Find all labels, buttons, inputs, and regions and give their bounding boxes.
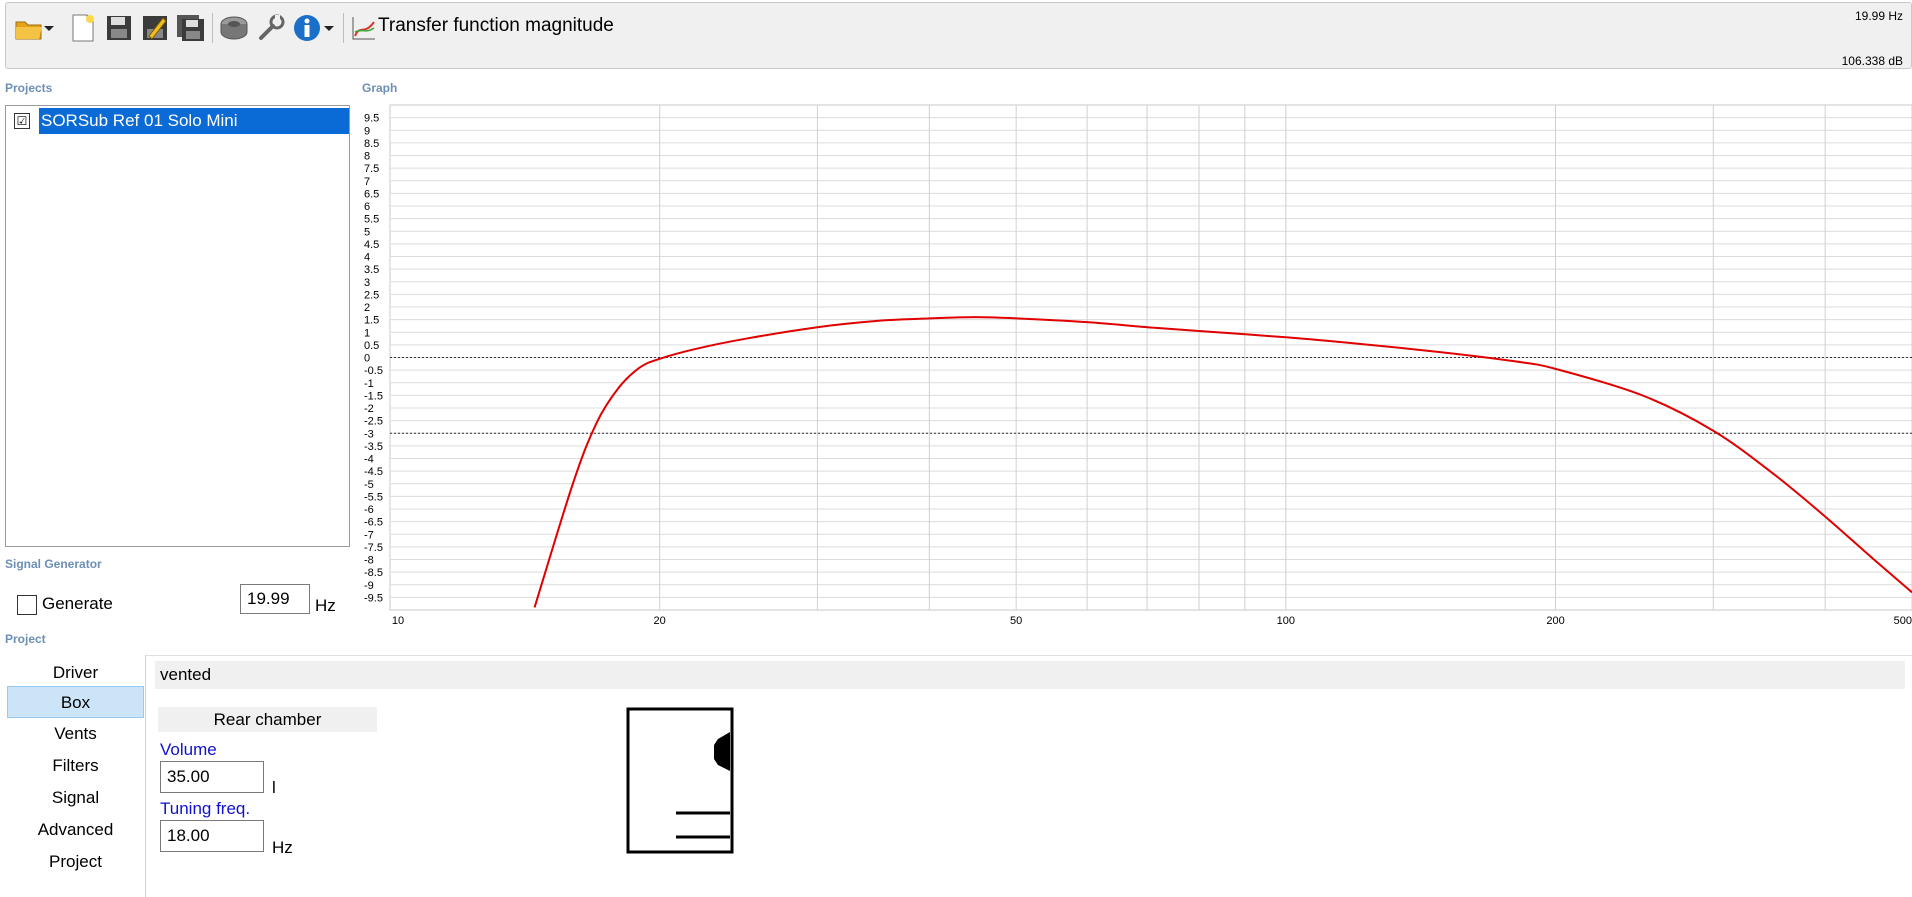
info-dropdown-icon[interactable] <box>322 11 336 45</box>
y-tick-label: 9.5 <box>364 113 379 125</box>
toolbar-separator <box>343 13 344 43</box>
y-tick-label: -4 <box>364 454 374 466</box>
toolbar: Transfer function magnitude 19.99 Hz 106… <box>5 2 1912 69</box>
graph-heading: Graph <box>362 81 398 95</box>
nav-filters[interactable]: Filters <box>7 750 144 782</box>
signal-generator-heading: Signal Generator <box>5 557 102 571</box>
y-tick-label: -5 <box>364 479 374 491</box>
tuning-freq-label: Tuning freq. <box>160 799 251 818</box>
save-as-icon[interactable] <box>138 11 172 45</box>
y-tick-label: -9 <box>364 580 374 592</box>
rear-chamber-header: Rear chamber <box>158 707 377 732</box>
nav-box[interactable]: Box <box>7 686 144 718</box>
y-tick-label: -3 <box>364 428 374 440</box>
y-tick-label: 8 <box>364 151 370 163</box>
y-tick-label: 5 <box>364 226 370 238</box>
y-tick-label: -4.5 <box>364 466 383 478</box>
project-checkbox[interactable]: ☑ <box>14 113 30 129</box>
box-outline <box>626 707 734 854</box>
y-tick-label: -8 <box>364 555 374 567</box>
y-tick-label: 0 <box>364 353 370 365</box>
y-tick-label: 6 <box>364 201 370 213</box>
frequency-readout: 19.99 Hz <box>1854 9 1903 23</box>
x-tick-label: 20 <box>654 615 666 627</box>
toolbar-separator <box>212 13 213 43</box>
project-label[interactable]: SORSub Ref 01 Solo Mini <box>39 108 349 134</box>
x-tick-label: 500 <box>1894 615 1912 627</box>
chart-icon[interactable] <box>347 11 381 45</box>
y-tick-label: -1 <box>364 378 374 390</box>
x-tick-label: 10 <box>392 615 404 627</box>
y-tick-label: 8.5 <box>364 138 379 150</box>
y-tick-label: -9.5 <box>364 592 383 604</box>
nav-advanced[interactable]: Advanced <box>7 814 144 846</box>
y-tick-label: 5.5 <box>364 214 379 226</box>
new-file-icon[interactable] <box>66 11 100 45</box>
generator-unit: Hz <box>315 596 336 615</box>
y-tick-label: 6.5 <box>364 188 379 200</box>
x-tick-label: 200 <box>1546 615 1564 627</box>
project-nav: Driver Box Vents Filters Signal Advanced… <box>5 655 145 897</box>
y-tick-label: 0.5 <box>364 340 379 352</box>
y-tick-label: -7.5 <box>364 542 383 554</box>
y-tick-label: -7 <box>364 529 374 541</box>
info-icon[interactable] <box>290 11 324 45</box>
nav-signal[interactable]: Signal <box>7 782 144 814</box>
y-tick-label: 9 <box>364 125 370 137</box>
open-dropdown-icon[interactable] <box>42 11 56 45</box>
y-tick-label: -1.5 <box>364 390 383 402</box>
y-tick-label: 2.5 <box>364 289 379 301</box>
x-tick-label: 100 <box>1277 615 1295 627</box>
y-tick-label: -8.5 <box>364 567 383 579</box>
y-tick-label: 3 <box>364 277 370 289</box>
y-tick-label: -6.5 <box>364 517 383 529</box>
nav-project[interactable]: Project <box>7 846 144 878</box>
project-heading: Project <box>5 632 46 646</box>
open-folder-icon[interactable] <box>12 11 46 45</box>
volume-input[interactable] <box>160 761 264 793</box>
speaker-icon[interactable] <box>217 11 251 45</box>
level-readout: 106.338 dB <box>1841 54 1903 68</box>
chart-type-label[interactable]: Transfer function magnitude <box>378 15 614 37</box>
y-tick-label: 4.5 <box>364 239 379 251</box>
y-tick-label: 7.5 <box>364 163 379 175</box>
y-tick-label: 4 <box>364 252 370 264</box>
y-tick-label: -2.5 <box>364 416 383 428</box>
nav-driver[interactable]: Driver <box>7 657 144 689</box>
save-icon[interactable] <box>102 11 136 45</box>
project-panel <box>145 655 1912 897</box>
vented-box-diagram <box>626 707 734 854</box>
y-tick-label: 1 <box>364 327 370 339</box>
y-tick-label: -3.5 <box>364 441 383 453</box>
transfer-function-chart[interactable]: 9.598.587.576.565.554.543.532.521.510.50… <box>350 100 1912 630</box>
x-tick-label: 50 <box>1010 615 1022 627</box>
wrench-icon[interactable] <box>254 11 288 45</box>
y-tick-label: -6 <box>364 504 374 516</box>
y-tick-label: -0.5 <box>364 365 383 377</box>
generator-frequency-input[interactable] <box>240 584 310 614</box>
save-all-icon[interactable] <box>174 11 208 45</box>
projects-heading: Projects <box>5 81 53 95</box>
generate-checkbox[interactable] <box>17 595 37 615</box>
volume-label: Volume <box>160 740 217 759</box>
nav-vents[interactable]: Vents <box>7 718 144 750</box>
y-tick-label: -2 <box>364 403 374 415</box>
tuning-freq-input[interactable] <box>160 820 264 852</box>
projects-list[interactable]: ☑ SORSub Ref 01 Solo Mini <box>5 105 350 547</box>
y-tick-label: 2 <box>364 302 370 314</box>
tuning-freq-unit: Hz <box>272 838 293 857</box>
volume-unit: l <box>272 778 276 797</box>
y-tick-label: 1.5 <box>364 315 379 327</box>
y-tick-label: -5.5 <box>364 491 383 503</box>
box-type-select[interactable]: vented <box>155 661 1905 689</box>
generate-label: Generate <box>42 594 113 613</box>
y-tick-label: 3.5 <box>364 264 379 276</box>
list-item[interactable]: ☑ SORSub Ref 01 Solo Mini <box>11 108 349 134</box>
y-tick-label: 7 <box>364 176 370 188</box>
